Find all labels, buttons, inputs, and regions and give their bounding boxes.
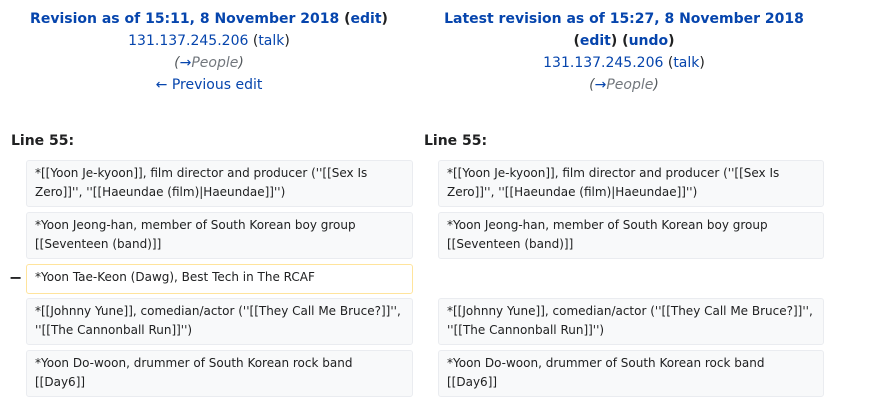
- old-revision-title-line: Revision as of 15:11, 8 November 2018 (e…: [0, 8, 418, 30]
- new-revision-title-line: Latest revision as of 15:27, 8 November …: [418, 8, 830, 30]
- undo-link[interactable]: undo: [629, 33, 669, 49]
- new-revision-header: Latest revision as of 15:27, 8 November …: [418, 8, 830, 96]
- new-line-number: Line 55:: [424, 133, 488, 149]
- old-context-line: *[[Johnny Yune]], comedian/actor (''[[Th…: [26, 298, 413, 345]
- new-section-arrow-link[interactable]: →: [595, 77, 607, 93]
- old-user-line: 131.137.245.206 (talk): [0, 30, 418, 52]
- old-context-line: *Yoon Jeong-han, member of South Korean …: [26, 212, 413, 259]
- new-context-line: *Yoon Do-woon, drummer of South Korean r…: [438, 350, 824, 397]
- paren-close: ): [238, 55, 244, 71]
- paren-close: ): [699, 55, 705, 71]
- paren-close: ): [668, 33, 675, 49]
- new-user-line: 131.137.245.206 (talk): [418, 52, 830, 74]
- old-context-line: *Yoon Do-woon, drummer of South Korean r…: [26, 350, 413, 397]
- new-edit-summary: (→People): [418, 74, 830, 96]
- paren-close: ): [381, 11, 388, 27]
- deleted-line: *Yoon Tae-Keon (Dawg), Best Tech in The …: [26, 264, 413, 294]
- new-context-line: *Yoon Jeong-han, member of South Korean …: [438, 212, 824, 259]
- previous-edit-link[interactable]: ← Previous edit: [156, 77, 263, 93]
- old-line-number: Line 55:: [11, 133, 75, 149]
- paren-close: ): [653, 77, 659, 93]
- old-section-name: People: [191, 55, 239, 71]
- old-user-link[interactable]: 131.137.245.206: [128, 33, 248, 49]
- new-revision-link[interactable]: Latest revision as of 15:27, 8 November …: [444, 11, 804, 27]
- old-edit-summary: (→People): [0, 52, 418, 74]
- old-context-line: *[[Yoon Je-kyoon]], film director and pr…: [26, 160, 413, 207]
- new-user-link[interactable]: 131.137.245.206: [543, 55, 663, 71]
- old-talk-link[interactable]: talk: [258, 33, 284, 49]
- old-revision-header: Revision as of 15:11, 8 November 2018 (e…: [0, 8, 418, 96]
- old-section-arrow-link[interactable]: →: [180, 55, 192, 71]
- deletion-marker: −: [9, 268, 23, 287]
- new-revision-actions: (edit) (undo): [418, 30, 830, 52]
- new-talk-link[interactable]: talk: [673, 55, 699, 71]
- new-context-line: *[[Yoon Je-kyoon]], film director and pr…: [438, 160, 824, 207]
- new-edit-link[interactable]: edit: [580, 33, 611, 49]
- paren-close: ): [610, 33, 618, 49]
- previous-edit-line: ← Previous edit: [0, 74, 418, 96]
- new-context-line: *[[Johnny Yune]], comedian/actor (''[[Th…: [438, 298, 824, 345]
- old-edit-link[interactable]: edit: [351, 11, 382, 27]
- old-revision-link[interactable]: Revision as of 15:11, 8 November 2018: [30, 11, 339, 27]
- new-section-name: People: [606, 77, 654, 93]
- paren-close: ): [284, 33, 290, 49]
